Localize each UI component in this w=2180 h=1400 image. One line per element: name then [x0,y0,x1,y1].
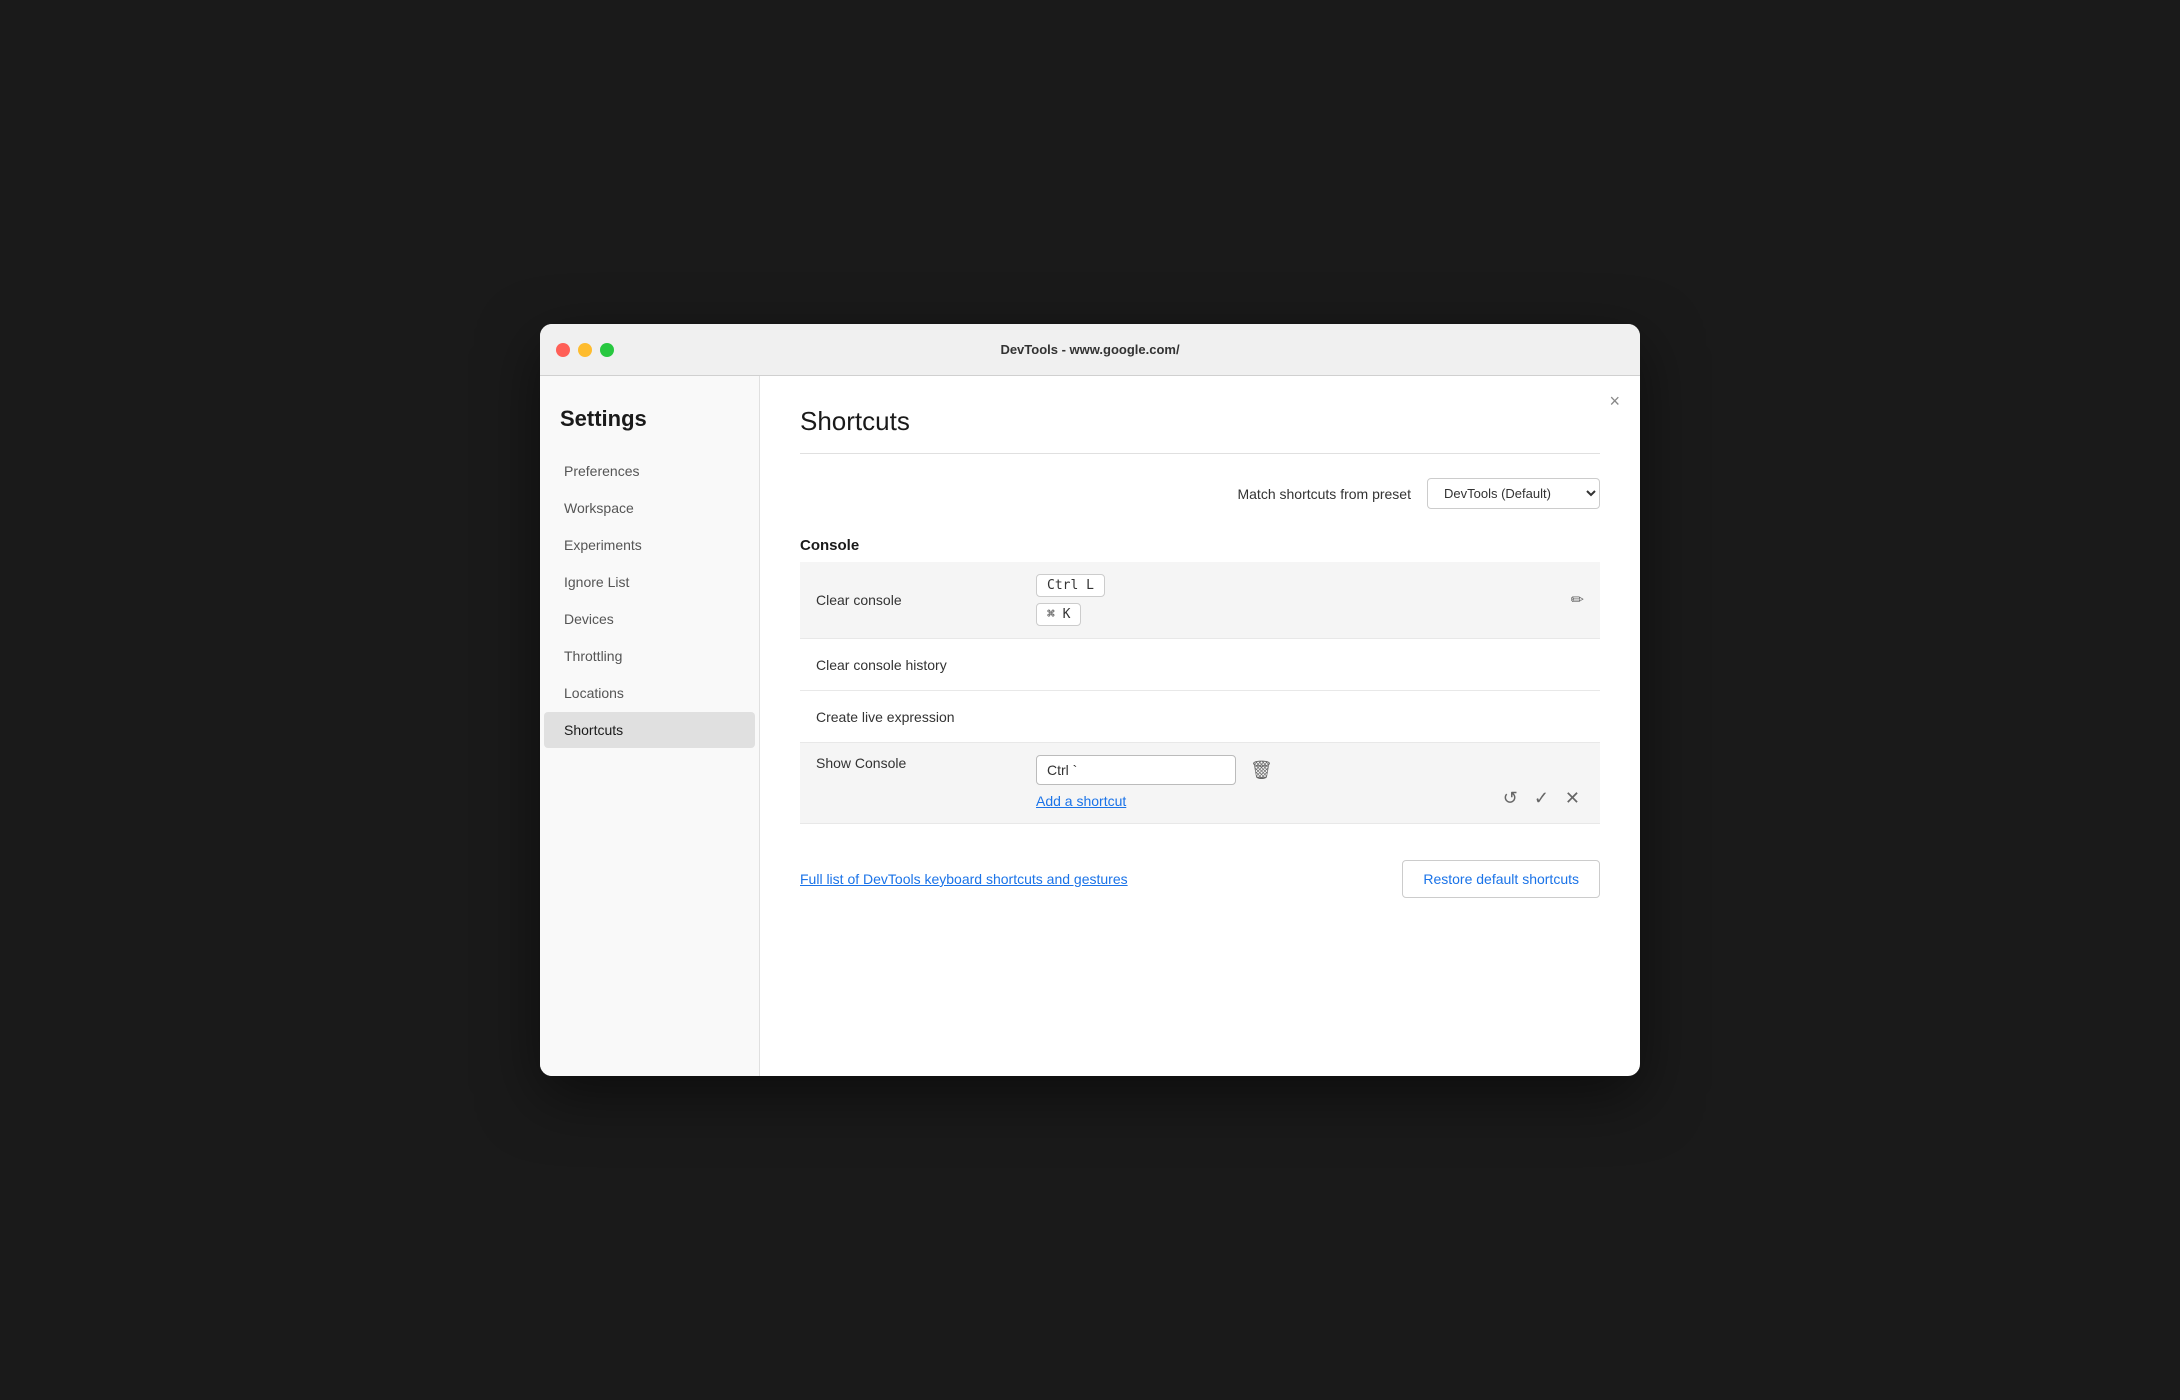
add-shortcut-line: Add a shortcut [1036,793,1499,811]
shortcut-row-live-expression: Create live expression [800,691,1600,743]
key-ctrl-l: Ctrl L [1036,574,1105,597]
shortcut-input-field[interactable] [1036,755,1236,785]
shortcut-row-clear-console: Clear console Ctrl L ⌘ K ✏ [800,562,1600,639]
shortcut-actions-clear-console: ✏ [1571,590,1584,610]
cancel-button[interactable]: ✕ [1561,786,1584,811]
shortcut-input-area: 🗑 Add a shortcut [1036,755,1499,811]
confirm-button[interactable]: ✓ [1530,786,1553,811]
sidebar-item-throttling[interactable]: Throttling [544,638,755,674]
sidebar-heading: Settings [540,396,759,452]
shortcut-input-line: 🗑 [1036,755,1499,785]
footer: Full list of DevTools keyboard shortcuts… [800,848,1600,898]
shortcut-name-show-console: Show Console [816,755,1036,771]
titlebar: DevTools - www.google.com/ [540,324,1640,376]
restore-defaults-button[interactable]: Restore default shortcuts [1402,860,1600,898]
shortcut-name-clear-history: Clear console history [816,657,1036,673]
delete-shortcut-icon[interactable]: 🗑 [1246,756,1277,785]
sidebar-item-shortcuts[interactable]: Shortcuts [544,712,755,748]
minimize-traffic-light[interactable] [578,343,592,357]
close-button[interactable]: × [1609,392,1620,410]
sidebar-item-workspace[interactable]: Workspace [544,490,755,526]
preset-row: Match shortcuts from preset DevTools (De… [800,478,1600,509]
key-cmd-k: ⌘ K [1036,603,1081,626]
divider [800,453,1600,454]
devtools-window: DevTools - www.google.com/ Settings Pref… [540,324,1640,1076]
close-traffic-light[interactable] [556,343,570,357]
sidebar-item-locations[interactable]: Locations [544,675,755,711]
window-title: DevTools - www.google.com/ [1000,342,1179,357]
undo-button[interactable]: ↺ [1499,786,1522,811]
show-console-actions: ↺ ✓ ✕ [1499,786,1584,811]
content-area: Settings Preferences Workspace Experimen… [540,376,1640,1076]
edit-icon-clear-console[interactable]: ✏ [1571,590,1584,610]
add-shortcut-button[interactable]: Add a shortcut [1036,793,1126,809]
shortcut-keys-clear-console: Ctrl L ⌘ K [1036,574,1571,626]
keyboard-shortcuts-link[interactable]: Full list of DevTools keyboard shortcuts… [800,871,1128,887]
page-title: Shortcuts [800,406,1600,437]
preset-label: Match shortcuts from preset [1237,486,1411,502]
sidebar-item-experiments[interactable]: Experiments [544,527,755,563]
sidebar: Settings Preferences Workspace Experimen… [540,376,760,1076]
sidebar-item-ignore-list[interactable]: Ignore List [544,564,755,600]
section-console-title: Console [800,537,1600,554]
shortcut-name-clear-console: Clear console [816,592,1036,608]
sidebar-item-preferences[interactable]: Preferences [544,453,755,489]
shortcut-row-show-console: Show Console 🗑 Add a shortcut ↺ ✓ ✕ [800,743,1600,824]
sidebar-item-devices[interactable]: Devices [544,601,755,637]
main-panel: × Shortcuts Match shortcuts from preset … [760,376,1640,1076]
shortcut-name-live-expression: Create live expression [816,709,1036,725]
maximize-traffic-light[interactable] [600,343,614,357]
preset-select[interactable]: DevTools (Default) Visual Studio Code [1427,478,1600,509]
traffic-lights [556,343,614,357]
shortcut-row-clear-history: Clear console history [800,639,1600,691]
